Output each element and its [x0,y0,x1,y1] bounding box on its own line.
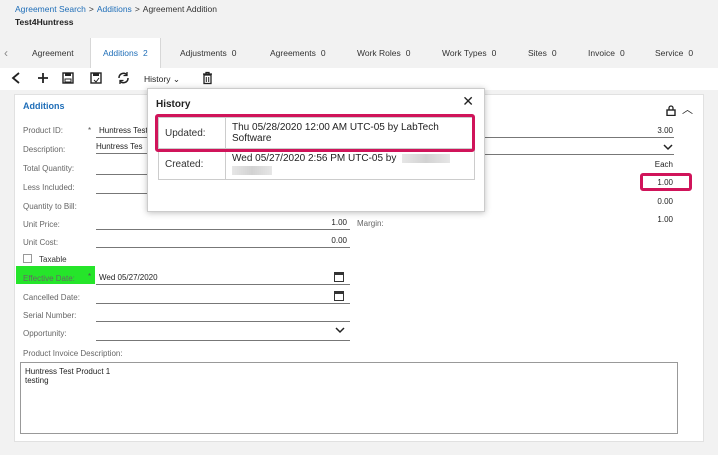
quantity-to-bill-label: Quantity to Bill: [23,202,77,211]
cancelled-date-calendar-icon[interactable] [334,291,344,301]
required-mark: * [88,272,92,281]
margin-label: Margin: [357,219,384,228]
dropdown-chevron-icon[interactable] [663,143,673,154]
value-1: 0.00 [657,197,673,206]
opportunity-dropdown-chevron-icon[interactable] [335,326,345,337]
history-popup-title: History [156,99,191,110]
invoice-description-line: Huntress Test Product 1 [25,367,111,376]
description-underline [96,153,148,154]
taxable-label: Taxable [39,255,67,264]
uom-value: Each [654,160,673,169]
opportunity-label: Opportunity: [23,329,67,338]
page-title: Test4Huntress [15,17,74,27]
tab-invoice[interactable]: Invoice 0 [588,48,625,58]
effective-date-underline [96,284,350,285]
history-label: Created: [158,147,226,181]
tab-additions[interactable]: Additions 2 [90,38,161,68]
collapse-chevron-icon[interactable]: ︿ [682,104,693,116]
product-id-underline [96,137,148,138]
description-value[interactable]: Huntress Tes [96,142,143,151]
price-underline [484,137,674,138]
unit-cost-label: Unit Cost: [23,238,59,247]
toolbar: History ⌄ [0,68,718,90]
tab-service[interactable]: Service 0 [655,48,693,58]
refresh-icon[interactable] [117,71,130,85]
tab-work-roles[interactable]: Work Roles 0 [357,48,411,58]
unit-price-value[interactable]: 1.00 [307,218,347,227]
history-value-cell: Wed 05/27/2020 2:56 PM UTC-05 by [225,147,475,181]
unit-price-label: Unit Price: [23,220,60,229]
effective-date-label: Effective Date: [23,274,75,283]
unit-cost-underline [96,247,350,248]
annotation-updated-highlight-box [155,114,475,152]
back-arrow-icon[interactable] [10,71,22,85]
tab-adjustments[interactable]: Adjustments 0 [180,48,237,58]
tab-work-types[interactable]: Work Types 0 [442,48,496,58]
panel-title: Additions [23,101,65,111]
panel-controls: ︿ [666,101,693,117]
effective-date-calendar-icon[interactable] [334,272,344,282]
close-icon[interactable]: ✕ [462,93,474,110]
taxable-checkbox[interactable] [23,254,32,263]
less-included-underline [96,193,148,194]
tab-bar: ‹ Agreement Additions 2 Adjustments 0 Agre… [0,38,718,68]
add-icon[interactable] [37,71,49,85]
dropdown-underline [484,154,674,155]
serial-number-label: Serial Number: [23,311,77,320]
breadcrumb-separator: > [134,4,140,14]
delete-icon[interactable] [202,71,213,85]
cancelled-date-label: Cancelled Date: [23,293,80,302]
breadcrumb: Agreement Search > Additions > Agreement Add… [15,4,217,14]
opportunity-underline [96,340,350,341]
history-value: Wed 05/27/2020 2:56 PM UTC-05 by [232,153,397,164]
serial-number-underline [96,321,350,322]
cancelled-date-underline [96,303,350,304]
invoice-description-line: testing [25,376,49,385]
total-quantity-label: Total Quantity: [23,164,75,173]
product-invoice-description-textarea[interactable]: Huntress Test Product 1 testing [20,362,678,434]
tab-agreements[interactable]: Agreements 0 [270,48,326,58]
save-and-close-icon[interactable] [90,71,102,85]
value-2: 1.00 [657,215,673,224]
tab-agreement[interactable]: Agreement [32,48,74,58]
description-label: Description: [23,145,66,154]
breadcrumb-agreement-addition: Agreement Addition [142,4,217,14]
effective-date-value[interactable]: Wed 05/27/2020 [99,273,158,282]
redacted-name [232,166,272,175]
less-included-label: Less Included: [23,183,75,192]
breadcrumb-agreement-search[interactable]: Agreement Search [15,4,86,14]
product-invoice-description-label: Product Invoice Description: [23,349,123,358]
required-mark: * [88,126,92,135]
chevron-down-icon: ⌄ [172,74,180,84]
unit-cost-value[interactable]: 0.00 [307,236,347,245]
history-row-created: Created: Wed 05/27/2020 2:56 PM UTC-05 b… [158,147,475,181]
tabs-scroll-left-icon[interactable]: ‹ [4,46,8,60]
save-icon[interactable] [62,71,74,85]
lock-icon[interactable] [666,104,679,116]
product-id-label: Product ID: [23,126,64,135]
redacted-name [402,153,451,163]
breadcrumb-additions[interactable]: Additions [97,4,132,14]
tab-sites[interactable]: Sites 0 [528,48,557,58]
highlighted-value[interactable]: 1.00 [633,178,673,187]
breadcrumb-separator: > [88,4,94,14]
unit-price-underline [96,229,350,230]
price-value[interactable]: 3.00 [633,126,673,135]
product-id-value[interactable]: Huntress Test [99,126,148,135]
history-button[interactable]: History ⌄ [144,74,180,85]
total-quantity-underline [96,174,148,175]
